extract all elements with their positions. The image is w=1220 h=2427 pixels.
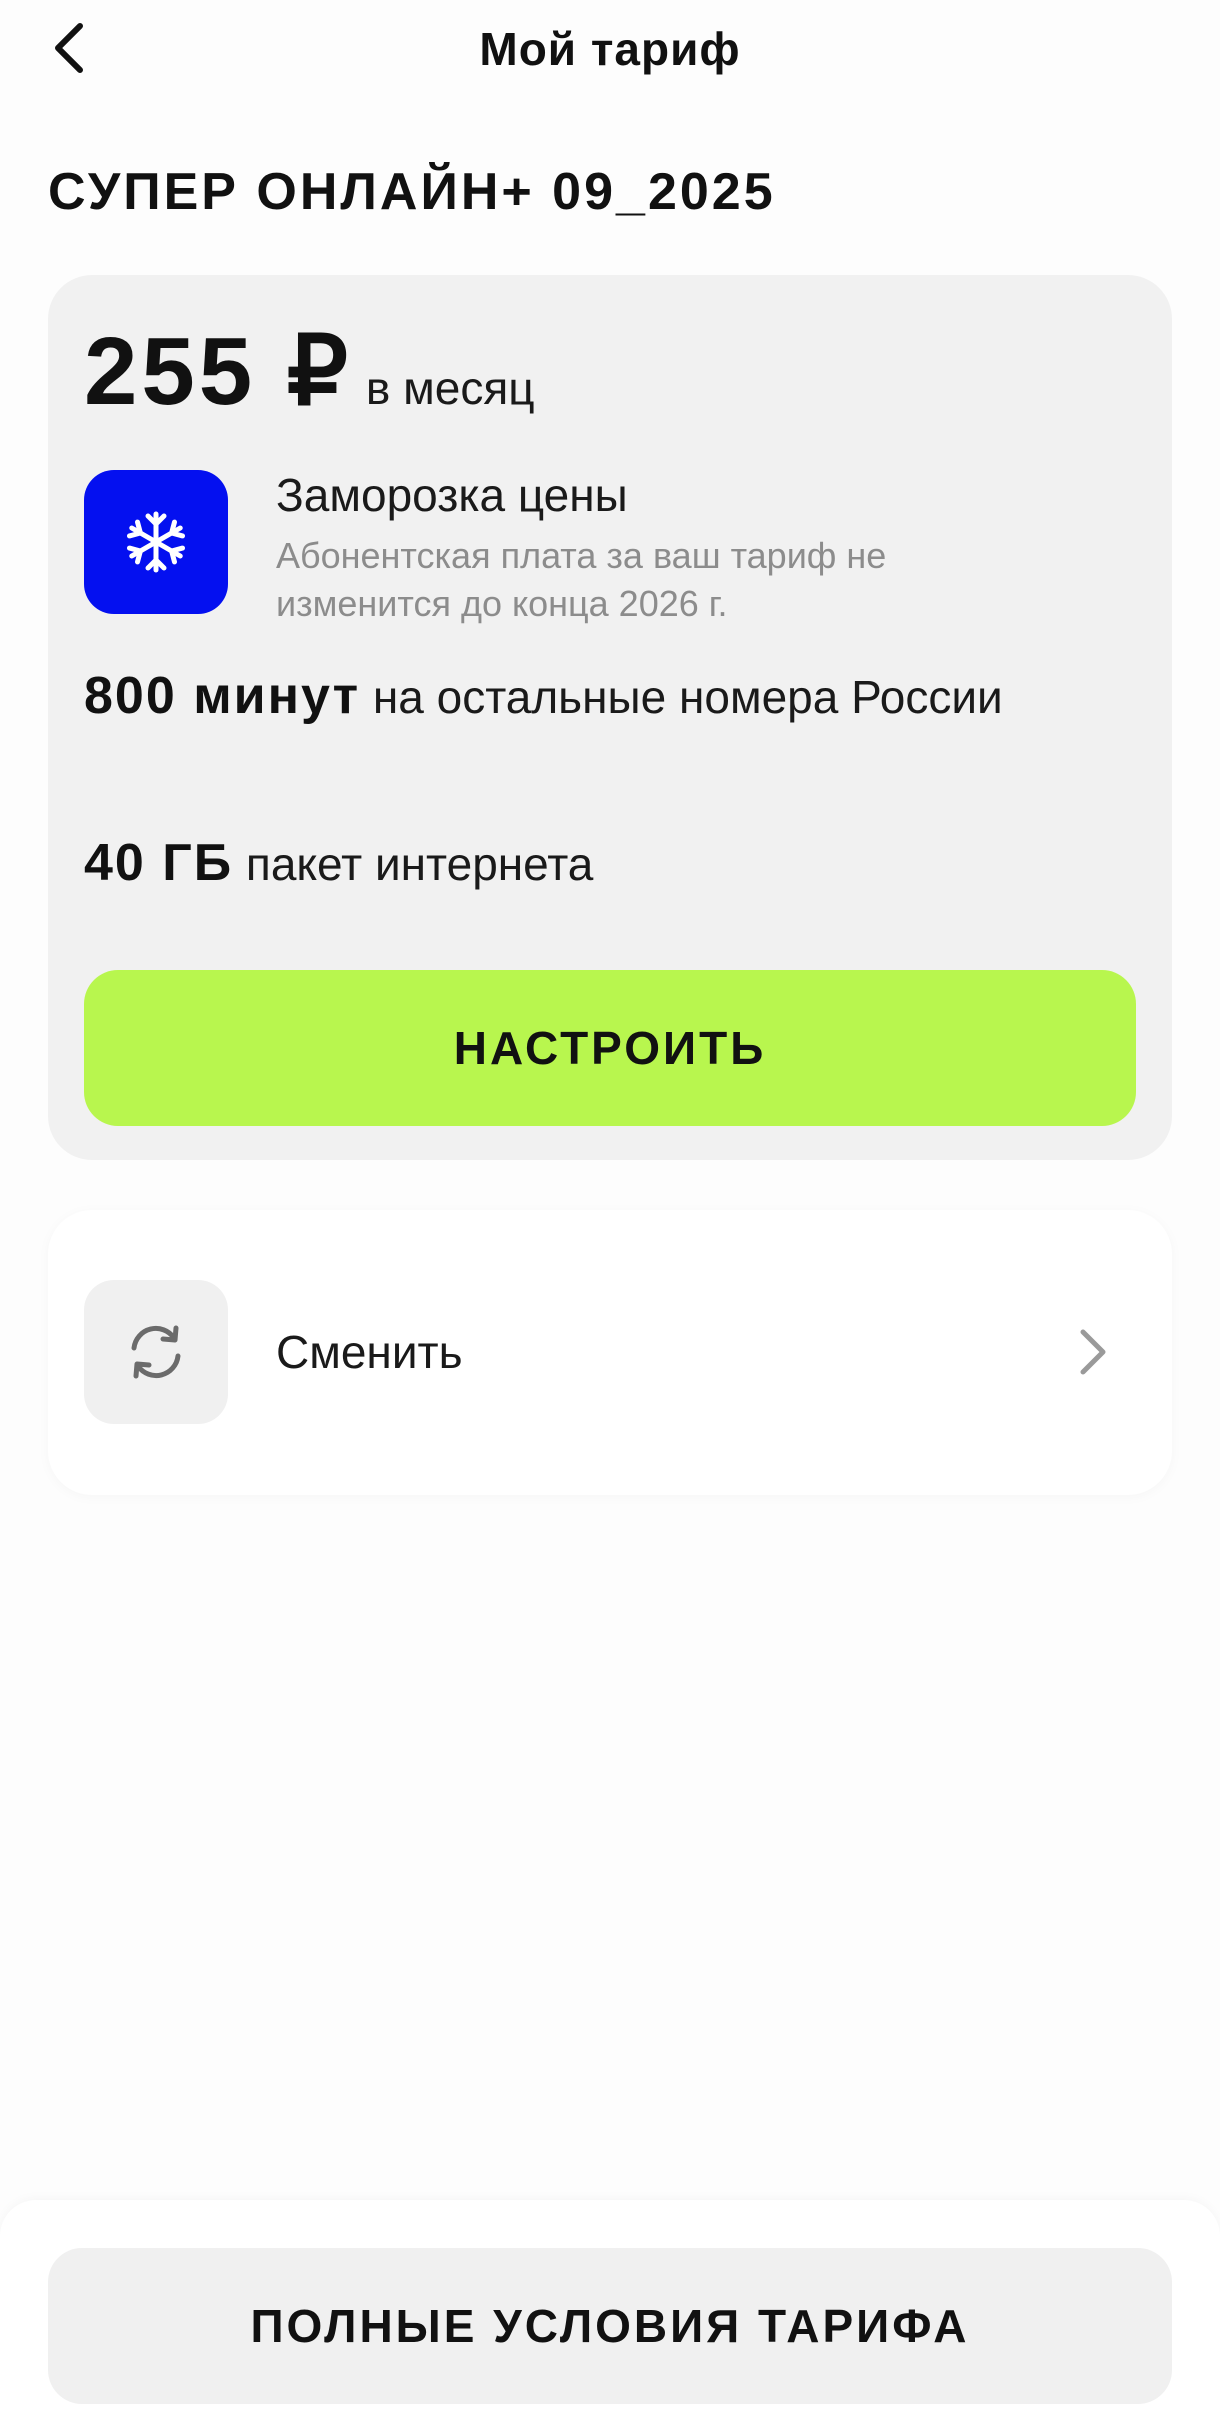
snowflake-icon	[84, 470, 228, 614]
internet-value: 40 ГБ	[84, 834, 234, 892]
tariff-card: 255 ₽ в месяц Заморозка цены Абонентская…	[48, 275, 1172, 1160]
page-title: Мой тариф	[479, 23, 741, 75]
configure-button[interactable]: НАСТРОИТЬ	[84, 970, 1136, 1126]
minutes-text: на остальные номера России	[372, 671, 1003, 723]
price-period: в месяц	[365, 362, 535, 414]
price-value: 255 ₽	[84, 318, 352, 425]
price-block: 255 ₽ в месяц	[84, 315, 535, 427]
chevron-right-icon	[1062, 1322, 1122, 1382]
change-label: Сменить	[276, 1326, 463, 1378]
change-tariff-item[interactable]: Сменить	[48, 1210, 1172, 1495]
tariff-name: СУПЕР ОНЛАЙН+ 09_2025	[48, 163, 776, 221]
refresh-icon	[84, 1280, 228, 1424]
price-freeze-title: Заморозка цены	[276, 469, 628, 521]
price-freeze-description: Абонентская плата за ваш тариф не измени…	[276, 535, 887, 624]
full-terms-button[interactable]: ПОЛНЫЕ УСЛОВИЯ ТАРИФА	[48, 2248, 1172, 2404]
internet-feature: 40 ГБ пакет интернета	[84, 830, 1114, 897]
top-bar: Мой тариф	[0, 0, 1220, 110]
minutes-feature: 800 минут на остальные номера России	[84, 663, 1114, 730]
minutes-value: 800 минут	[84, 667, 361, 725]
bottom-bar: ПОЛНЫЕ УСЛОВИЯ ТАРИФА	[0, 2200, 1220, 2427]
internet-text: пакет интернета	[245, 838, 594, 890]
